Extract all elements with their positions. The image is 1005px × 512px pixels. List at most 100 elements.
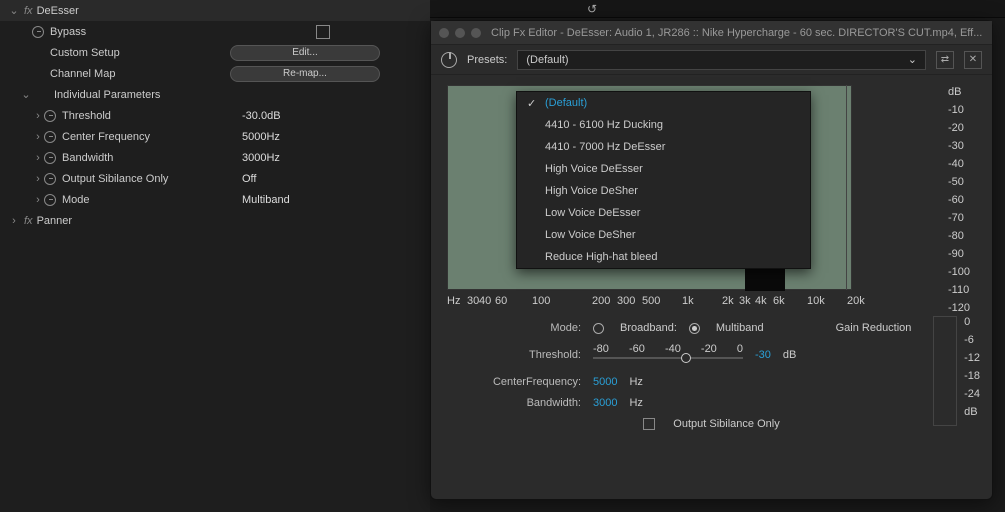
- bypass-row[interactable]: Bypass: [0, 21, 430, 42]
- effect-name: DeEsser: [37, 5, 79, 17]
- chevron-right-icon[interactable]: ›: [32, 152, 44, 164]
- param-label: Mode: [62, 194, 242, 206]
- remap-button[interactable]: Re-map...: [230, 66, 380, 82]
- custom-setup-row: Custom Setup Edit...: [0, 42, 430, 63]
- toolbar: Presets: (Default) ⌄ ⇄ ✕: [431, 45, 992, 75]
- chevron-right-icon[interactable]: ›: [32, 194, 44, 206]
- edit-button[interactable]: Edit...: [230, 45, 380, 61]
- param-value[interactable]: Off: [242, 173, 256, 185]
- window-title: Clip Fx Editor - DeEsser: Audio 1, JR286…: [491, 27, 982, 39]
- center-freq-row: CenterFrequency: 5000 Hz: [461, 376, 962, 388]
- multiband-radio[interactable]: [689, 323, 700, 334]
- preset-option[interactable]: (Default): [517, 92, 810, 114]
- individual-params-label: Individual Parameters: [54, 89, 160, 101]
- output-sibilance-checkbox[interactable]: [643, 418, 655, 430]
- param-label: Bandwidth: [62, 152, 242, 164]
- param-row[interactable]: › Center Frequency5000Hz: [0, 126, 430, 147]
- param-value[interactable]: -30.0dB: [242, 110, 281, 122]
- delete-preset-button[interactable]: ✕: [964, 51, 982, 69]
- channel-map-row: Channel Map Re-map...: [0, 63, 430, 84]
- db-labels: dB -10-20-30-40-50-60-70-80-90-100-110-1…: [948, 83, 976, 317]
- slider-thumb[interactable]: [681, 353, 691, 363]
- db-scale: [846, 85, 866, 290]
- threshold-slider[interactable]: -80-60-40-200: [593, 343, 743, 367]
- param-label: Center Frequency: [62, 131, 242, 143]
- param-row[interactable]: › ModeMultiband: [0, 189, 430, 210]
- stopwatch-icon[interactable]: [32, 26, 44, 38]
- bandwidth-row: Bandwidth: 3000 Hz: [461, 397, 962, 409]
- undo-icon[interactable]: ↺: [587, 2, 597, 16]
- output-sib-row: Output Sibilance Only: [461, 418, 962, 430]
- clip-fx-editor-window: Clip Fx Editor - DeEsser: Audio 1, JR286…: [430, 20, 993, 500]
- mode-row: Mode: Broadband: Multiband Gain Reductio…: [461, 322, 962, 334]
- individual-params-row[interactable]: ⌄ Individual Parameters: [0, 84, 430, 105]
- param-row[interactable]: › Threshold-30.0dB: [0, 105, 430, 126]
- preset-dropdown-menu[interactable]: (Default)4410 - 6100 Hz Ducking4410 - 70…: [516, 91, 811, 269]
- output-sibilance-label: Output Sibilance Only: [673, 418, 779, 430]
- chevron-down-icon[interactable]: ⌄: [20, 88, 32, 101]
- center-freq-value[interactable]: 5000: [593, 376, 617, 388]
- bypass-label: Bypass: [50, 26, 230, 38]
- gain-reduction-label: Gain Reduction: [836, 322, 912, 334]
- param-value[interactable]: 3000Hz: [242, 152, 280, 164]
- multiband-label: Multiband: [716, 322, 764, 334]
- preset-option[interactable]: High Voice DeEsser: [517, 158, 810, 180]
- threshold-label: Threshold:: [461, 349, 581, 361]
- custom-setup-label: Custom Setup: [50, 47, 230, 59]
- save-preset-button[interactable]: ⇄: [936, 51, 954, 69]
- preset-option[interactable]: Low Voice DeSher: [517, 224, 810, 246]
- preset-option[interactable]: 4410 - 6100 Hz Ducking: [517, 114, 810, 136]
- stopwatch-icon[interactable]: [44, 110, 56, 122]
- close-icon[interactable]: [439, 28, 449, 38]
- chevron-right-icon[interactable]: ›: [32, 110, 44, 122]
- chevron-down-icon: ⌄: [908, 53, 917, 66]
- mode-label: Mode:: [461, 322, 581, 334]
- presets-label: Presets:: [467, 54, 507, 66]
- chevron-right-icon[interactable]: ›: [8, 215, 20, 227]
- threshold-row: Threshold: -80-60-40-200 -30 dB: [461, 343, 962, 367]
- preset-option[interactable]: High Voice DeSher: [517, 180, 810, 202]
- bandwidth-unit: Hz: [629, 397, 642, 409]
- panner-row[interactable]: › fx Panner: [0, 210, 430, 231]
- channel-map-label: Channel Map: [50, 68, 230, 80]
- preset-option[interactable]: 4410 - 7000 Hz DeEsser: [517, 136, 810, 158]
- preset-selected: (Default): [526, 54, 568, 66]
- panner-label: Panner: [37, 215, 72, 227]
- preset-dropdown[interactable]: (Default) ⌄: [517, 50, 926, 70]
- stopwatch-icon[interactable]: [44, 194, 56, 206]
- param-label: Threshold: [62, 110, 242, 122]
- param-value[interactable]: 5000Hz: [242, 131, 280, 143]
- window-controls[interactable]: [439, 28, 481, 38]
- bandwidth-value[interactable]: 3000: [593, 397, 617, 409]
- broadband-label: Broadband:: [620, 322, 677, 334]
- controls-area: Mode: Broadband: Multiband Gain Reductio…: [431, 310, 992, 442]
- stopwatch-icon[interactable]: [44, 131, 56, 143]
- minimize-icon[interactable]: [455, 28, 465, 38]
- broadband-radio[interactable]: [593, 323, 604, 334]
- param-label: Output Sibilance Only: [62, 173, 242, 185]
- bypass-checkbox[interactable]: [316, 25, 330, 39]
- stopwatch-icon[interactable]: [44, 152, 56, 164]
- effect-controls-panel: ⌄ fx DeEsser Bypass Custom Setup Edit...…: [0, 0, 430, 512]
- param-row[interactable]: › Output Sibilance OnlyOff: [0, 168, 430, 189]
- preset-option[interactable]: Reduce High-hat bleed: [517, 246, 810, 268]
- param-row[interactable]: › Bandwidth3000Hz: [0, 147, 430, 168]
- center-freq-unit: Hz: [629, 376, 642, 388]
- power-icon[interactable]: [441, 52, 457, 68]
- chevron-down-icon[interactable]: ⌄: [8, 4, 20, 17]
- stopwatch-icon[interactable]: [44, 173, 56, 185]
- threshold-value[interactable]: -30: [755, 349, 771, 361]
- chevron-right-icon[interactable]: ›: [32, 173, 44, 185]
- chevron-right-icon[interactable]: ›: [32, 131, 44, 143]
- threshold-unit: dB: [783, 349, 796, 361]
- fx-icon: fx: [24, 215, 33, 227]
- effect-header[interactable]: ⌄ fx DeEsser: [0, 0, 430, 21]
- meter-labels: 0-6-12-18-24dB: [964, 313, 980, 421]
- db-unit: dB: [948, 83, 976, 101]
- param-value[interactable]: Multiband: [242, 194, 290, 206]
- maximize-icon[interactable]: [471, 28, 481, 38]
- gain-reduction-meter: [933, 316, 957, 426]
- bandwidth-label: Bandwidth:: [461, 397, 581, 409]
- preset-option[interactable]: Low Voice DeEsser: [517, 202, 810, 224]
- titlebar[interactable]: Clip Fx Editor - DeEsser: Audio 1, JR286…: [431, 21, 992, 45]
